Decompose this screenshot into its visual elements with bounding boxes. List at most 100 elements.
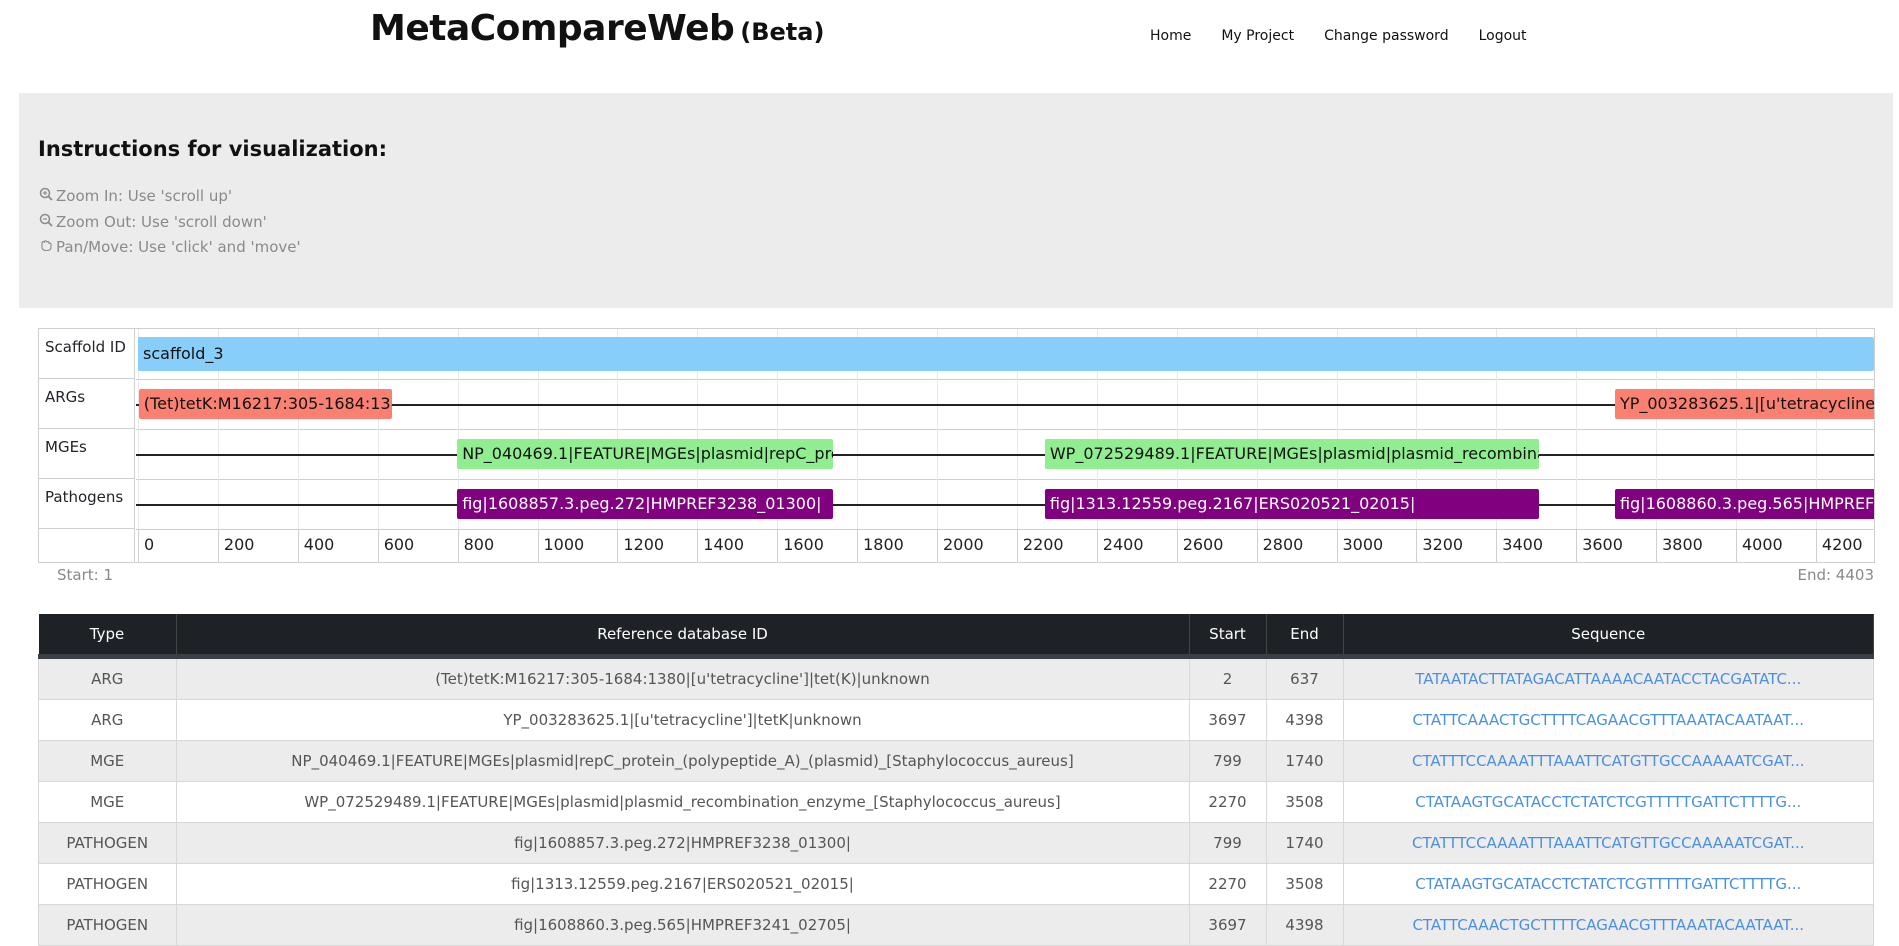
table-row: ARG YP_003283625.1|[u'tetracycline']|tetK… (38, 699, 1874, 741)
row-label-pathogens: Pathogens (39, 479, 135, 529)
pathogen-feature[interactable]: fig|1608860.3.peg.565|HMPREF3241_02705| (1614, 489, 1874, 519)
scaffold-bar[interactable]: scaffold_3 (138, 337, 1874, 371)
nav-home-link[interactable]: Home (1150, 28, 1191, 44)
axis-tick-label: 2400 (1102, 535, 1144, 554)
top-navbar: MetaCompareWeb (Beta) Home My Project Cha… (0, 0, 1899, 92)
column-header-sequence[interactable]: Sequence (1343, 614, 1874, 659)
arg-feature[interactable]: (Tet)tetK:M16217:305-1684:1380|[u'tetrac… (138, 389, 393, 419)
track-baseline (136, 404, 1874, 406)
axis-tick-label: 1800 (863, 535, 904, 554)
axis-tick-label: 2000 (943, 535, 984, 554)
table-header-row: Type Reference database ID Start End Seq… (38, 614, 1874, 659)
axis-tick-label: 4200 (1821, 535, 1863, 554)
cell-start: 3697 (1188, 699, 1267, 741)
brand-title: MetaCompareWeb (370, 8, 735, 49)
axis-tick-label: 200 (223, 535, 255, 554)
cell-sequence[interactable]: CTATTTCCAAAATTTAAATTCATGTTGCCAAAAATCGAT.… (1342, 822, 1874, 864)
cell-start: 799 (1188, 822, 1267, 864)
cell-type: PATHOGEN (38, 863, 177, 905)
cell-reference-id: NP_040469.1|FEATURE|MGEs|plasmid|repC_pr… (175, 740, 1190, 782)
instruction-zoom-out: Zoom Out: Use 'scroll down' (38, 213, 267, 231)
cell-sequence[interactable]: CTATTTCCAAAATTTAAATTCATGTTGCCAAAAATCGAT.… (1342, 740, 1874, 782)
viz-start-label: Start: 1 (57, 566, 114, 584)
cell-end: 4398 (1265, 699, 1344, 741)
instructions-title: Instructions for visualization: (38, 137, 388, 161)
axis-tick-label: 800 (463, 535, 495, 554)
cell-reference-id: fig|1608857.3.peg.272|HMPREF3238_01300| (175, 822, 1190, 864)
genome-visualization[interactable]: Scaffold ID ARGs MGEs Pathogens scaffold… (38, 328, 1875, 563)
cell-sequence[interactable]: CTATAAGTGCATACCTCTATCTCGTTTTTGATTCTTTTG.… (1342, 863, 1874, 905)
cell-end: 3508 (1265, 863, 1344, 905)
track-mges: NP_040469.1|FEATURE|MGEs|plasmid|repC_pr… (136, 429, 1874, 480)
cell-type: PATHOGEN (38, 822, 177, 864)
axis-tick-label: 3800 (1662, 535, 1703, 554)
cell-start: 2270 (1188, 781, 1267, 823)
cell-start: 3697 (1188, 904, 1267, 946)
nav-my-project-link[interactable]: My Project (1221, 28, 1294, 44)
track-args: (Tet)tetK:M16217:305-1684:1380|[u'tetrac… (136, 379, 1874, 430)
column-header-type[interactable]: Type (38, 614, 177, 659)
cell-reference-id: WP_072529489.1|FEATURE|MGEs|plasmid|plas… (175, 781, 1190, 823)
pathogen-feature[interactable]: fig|1608857.3.peg.272|HMPREF3238_01300| (457, 489, 834, 519)
axis-tick-label: 1600 (783, 535, 824, 554)
nav-change-password-link[interactable]: Change password (1324, 28, 1449, 44)
row-label-args: ARGs (39, 379, 135, 429)
row-label-scaffold: Scaffold ID (39, 329, 135, 379)
instructions-panel: Instructions for visualization: Zoom In:… (19, 93, 1893, 308)
track-baseline (136, 504, 1874, 506)
table-row: ARG (Tet)tetK:M16217:305-1684:1380|[u'tet… (38, 656, 1874, 700)
mge-feature[interactable]: WP_072529489.1|FEATURE|MGEs|plasmid|plas… (1044, 439, 1540, 469)
cell-reference-id: (Tet)tetK:M16217:305-1684:1380|[u'tetrac… (175, 656, 1190, 700)
axis-tick-label: 3000 (1342, 535, 1384, 554)
hand-icon (38, 238, 54, 256)
cell-end: 637 (1265, 656, 1344, 700)
cell-type: PATHOGEN (38, 904, 177, 946)
axis-tick-label: 2600 (1182, 535, 1224, 554)
cell-sequence[interactable]: CTATTCAAACTGCTTTTCAGAACGTTTAAATACAATAAT.… (1342, 699, 1874, 741)
axis-tick-label: 1000 (543, 535, 585, 554)
axis-tick-label: 4000 (1742, 535, 1783, 554)
cell-type: MGE (38, 781, 177, 823)
nav-menu: Home My Project Change password Logout (1150, 28, 1557, 44)
table-row: PATHOGEN fig|1313.12559.peg.2167|ERS02052… (38, 863, 1874, 905)
cell-sequence[interactable]: CTATAAGTGCATACCTCTATCTCGTTTTTGATTCTTTTG.… (1342, 781, 1874, 823)
cell-start: 799 (1188, 740, 1267, 782)
axis-tick-label: 400 (303, 535, 335, 554)
cell-type: MGE (38, 740, 177, 782)
cell-sequence[interactable]: CTATTCAAACTGCTTTTCAGAACGTTTAAATACAATAAT.… (1342, 904, 1874, 946)
axis-tick-label: 600 (383, 535, 415, 554)
column-header-reference-id[interactable]: Reference database ID (176, 614, 1190, 659)
axis-tick-label: 3600 (1582, 535, 1623, 554)
cell-start: 2270 (1188, 863, 1267, 905)
axis-tick-label: 1400 (703, 535, 745, 554)
cell-type: ARG (38, 699, 177, 741)
pathogen-feature[interactable]: fig|1313.12559.peg.2167|ERS020521_02015| (1044, 489, 1540, 519)
instruction-text: Zoom Out: Use 'scroll down' (56, 213, 267, 231)
axis-tick-label: 2200 (1022, 535, 1064, 554)
row-label-mges: MGEs (39, 429, 135, 479)
column-header-start[interactable]: Start (1189, 614, 1267, 659)
cell-end: 1740 (1265, 740, 1344, 782)
axis-tick-label: 3400 (1502, 535, 1544, 554)
table-row: PATHOGEN fig|1608860.3.peg.565|HMPREF3241… (38, 904, 1874, 946)
cell-end: 1740 (1265, 822, 1344, 864)
row-label-axis (39, 529, 135, 562)
zoom-out-icon (38, 213, 54, 231)
track-scaffold: scaffold_3 (136, 329, 1874, 380)
instruction-text: Pan/Move: Use 'click' and 'move' (56, 238, 301, 256)
track-pathogens: fig|1608857.3.peg.272|HMPREF3238_01300| f… (136, 479, 1874, 530)
cell-start: 2 (1188, 656, 1267, 700)
cell-sequence[interactable]: TATAATACTTATAGACATTAAAACAATACCTACGATATC.… (1342, 656, 1874, 700)
column-header-end[interactable]: End (1266, 614, 1344, 659)
cell-reference-id: YP_003283625.1|[u'tetracycline']|tetK|un… (175, 699, 1190, 741)
brand-logo[interactable]: MetaCompareWeb (Beta) (370, 8, 824, 49)
table-row: MGE WP_072529489.1|FEATURE|MGEs|plasmid|p… (38, 781, 1874, 823)
mge-feature[interactable]: NP_040469.1|FEATURE|MGEs|plasmid|repC_pr… (457, 439, 834, 469)
cell-reference-id: fig|1608860.3.peg.565|HMPREF3241_02705| (175, 904, 1190, 946)
nav-logout-link[interactable]: Logout (1479, 28, 1527, 44)
instruction-text: Zoom In: Use 'scroll up' (56, 187, 233, 205)
cell-reference-id: fig|1313.12559.peg.2167|ERS020521_02015| (175, 863, 1190, 905)
arg-feature[interactable]: YP_003283625.1|[u'tetracycline']|tetK|un… (1614, 389, 1874, 419)
viz-end-label: End: 4403 (1797, 566, 1874, 584)
table-row: PATHOGEN fig|1608857.3.peg.272|HMPREF3238… (38, 822, 1874, 864)
